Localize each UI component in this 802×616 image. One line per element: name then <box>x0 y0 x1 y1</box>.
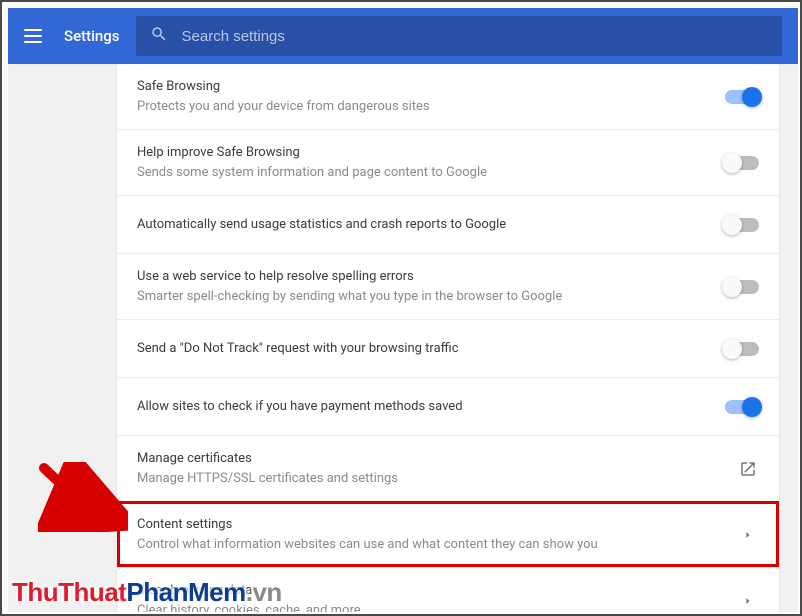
settings-row-manage-certificates[interactable]: Manage certificates Manage HTTPS/SSL cert… <box>117 435 779 501</box>
row-title: Send a "Do Not Track" request with your … <box>137 340 713 358</box>
settings-panel: Safe Browsing Protects you and your devic… <box>116 64 780 612</box>
row-title: Automatically send usage statistics and … <box>137 216 713 234</box>
row-subtitle: Manage HTTPS/SSL certificates and settin… <box>137 470 725 488</box>
settings-row-content-settings[interactable]: Content settings Control what information… <box>117 501 779 567</box>
row-subtitle: Control what information websites can us… <box>137 536 725 554</box>
row-title: Help improve Safe Browsing <box>137 144 713 162</box>
row-text: Use a web service to help resolve spelli… <box>137 268 725 305</box>
settings-row-automatically-send-usage-statistics-and-: Automatically send usage statistics and … <box>117 195 779 253</box>
row-text: Allow sites to check if you have payment… <box>137 398 725 416</box>
row-text: Manage certificates Manage HTTPS/SSL cert… <box>137 450 737 487</box>
chevron-right-icon <box>737 524 759 546</box>
row-text: Send a "Do Not Track" request with your … <box>137 340 725 358</box>
row-text: Automatically send usage statistics and … <box>137 216 725 234</box>
row-subtitle: Sends some system information and page c… <box>137 164 713 182</box>
annotation-arrow <box>38 462 128 532</box>
row-text: Content settings Control what information… <box>137 516 737 553</box>
watermark: ThuThuatPhanMem.vn <box>12 577 282 608</box>
toggle-use-a-web-service-to-help-resolve-spelli[interactable] <box>725 280 759 294</box>
menu-icon[interactable] <box>24 24 48 48</box>
toggle-send-a-do-not-track-request-with-your-br[interactable] <box>725 342 759 356</box>
settings-row-send-a-do-not-track-request-with-your-br: Send a "Do Not Track" request with your … <box>117 319 779 377</box>
row-title: Content settings <box>137 516 725 534</box>
search-icon <box>150 25 168 47</box>
row-text: Safe Browsing Protects you and your devic… <box>137 78 725 115</box>
toggle-safe-browsing[interactable] <box>725 90 759 104</box>
open-external-icon[interactable] <box>737 458 759 480</box>
settings-body: Safe Browsing Protects you and your devic… <box>8 64 798 612</box>
settings-row-allow-sites-to-check-if-you-have-payment: Allow sites to check if you have payment… <box>117 377 779 435</box>
app-header: Settings <box>8 8 798 64</box>
search-bar[interactable] <box>136 16 782 56</box>
row-title: Manage certificates <box>137 450 725 468</box>
toggle-allow-sites-to-check-if-you-have-payment[interactable] <box>725 400 759 414</box>
page-title: Settings <box>64 27 120 45</box>
toggle-automatically-send-usage-statistics-and-[interactable] <box>725 218 759 232</box>
settings-row-safe-browsing: Safe Browsing Protects you and your devic… <box>117 64 779 129</box>
settings-row-use-a-web-service-to-help-resolve-spelli: Use a web service to help resolve spelli… <box>117 253 779 319</box>
toggle-help-improve-safe-browsing[interactable] <box>725 156 759 170</box>
row-title: Allow sites to check if you have payment… <box>137 398 713 416</box>
settings-row-help-improve-safe-browsing: Help improve Safe Browsing Sends some sys… <box>117 129 779 195</box>
row-text: Help improve Safe Browsing Sends some sys… <box>137 144 725 181</box>
search-input[interactable] <box>182 28 768 45</box>
row-title: Safe Browsing <box>137 78 713 96</box>
row-subtitle: Protects you and your device from danger… <box>137 98 713 116</box>
chevron-right-icon <box>737 590 759 612</box>
row-subtitle: Smarter spell-checking by sending what y… <box>137 288 713 306</box>
row-title: Use a web service to help resolve spelli… <box>137 268 713 286</box>
